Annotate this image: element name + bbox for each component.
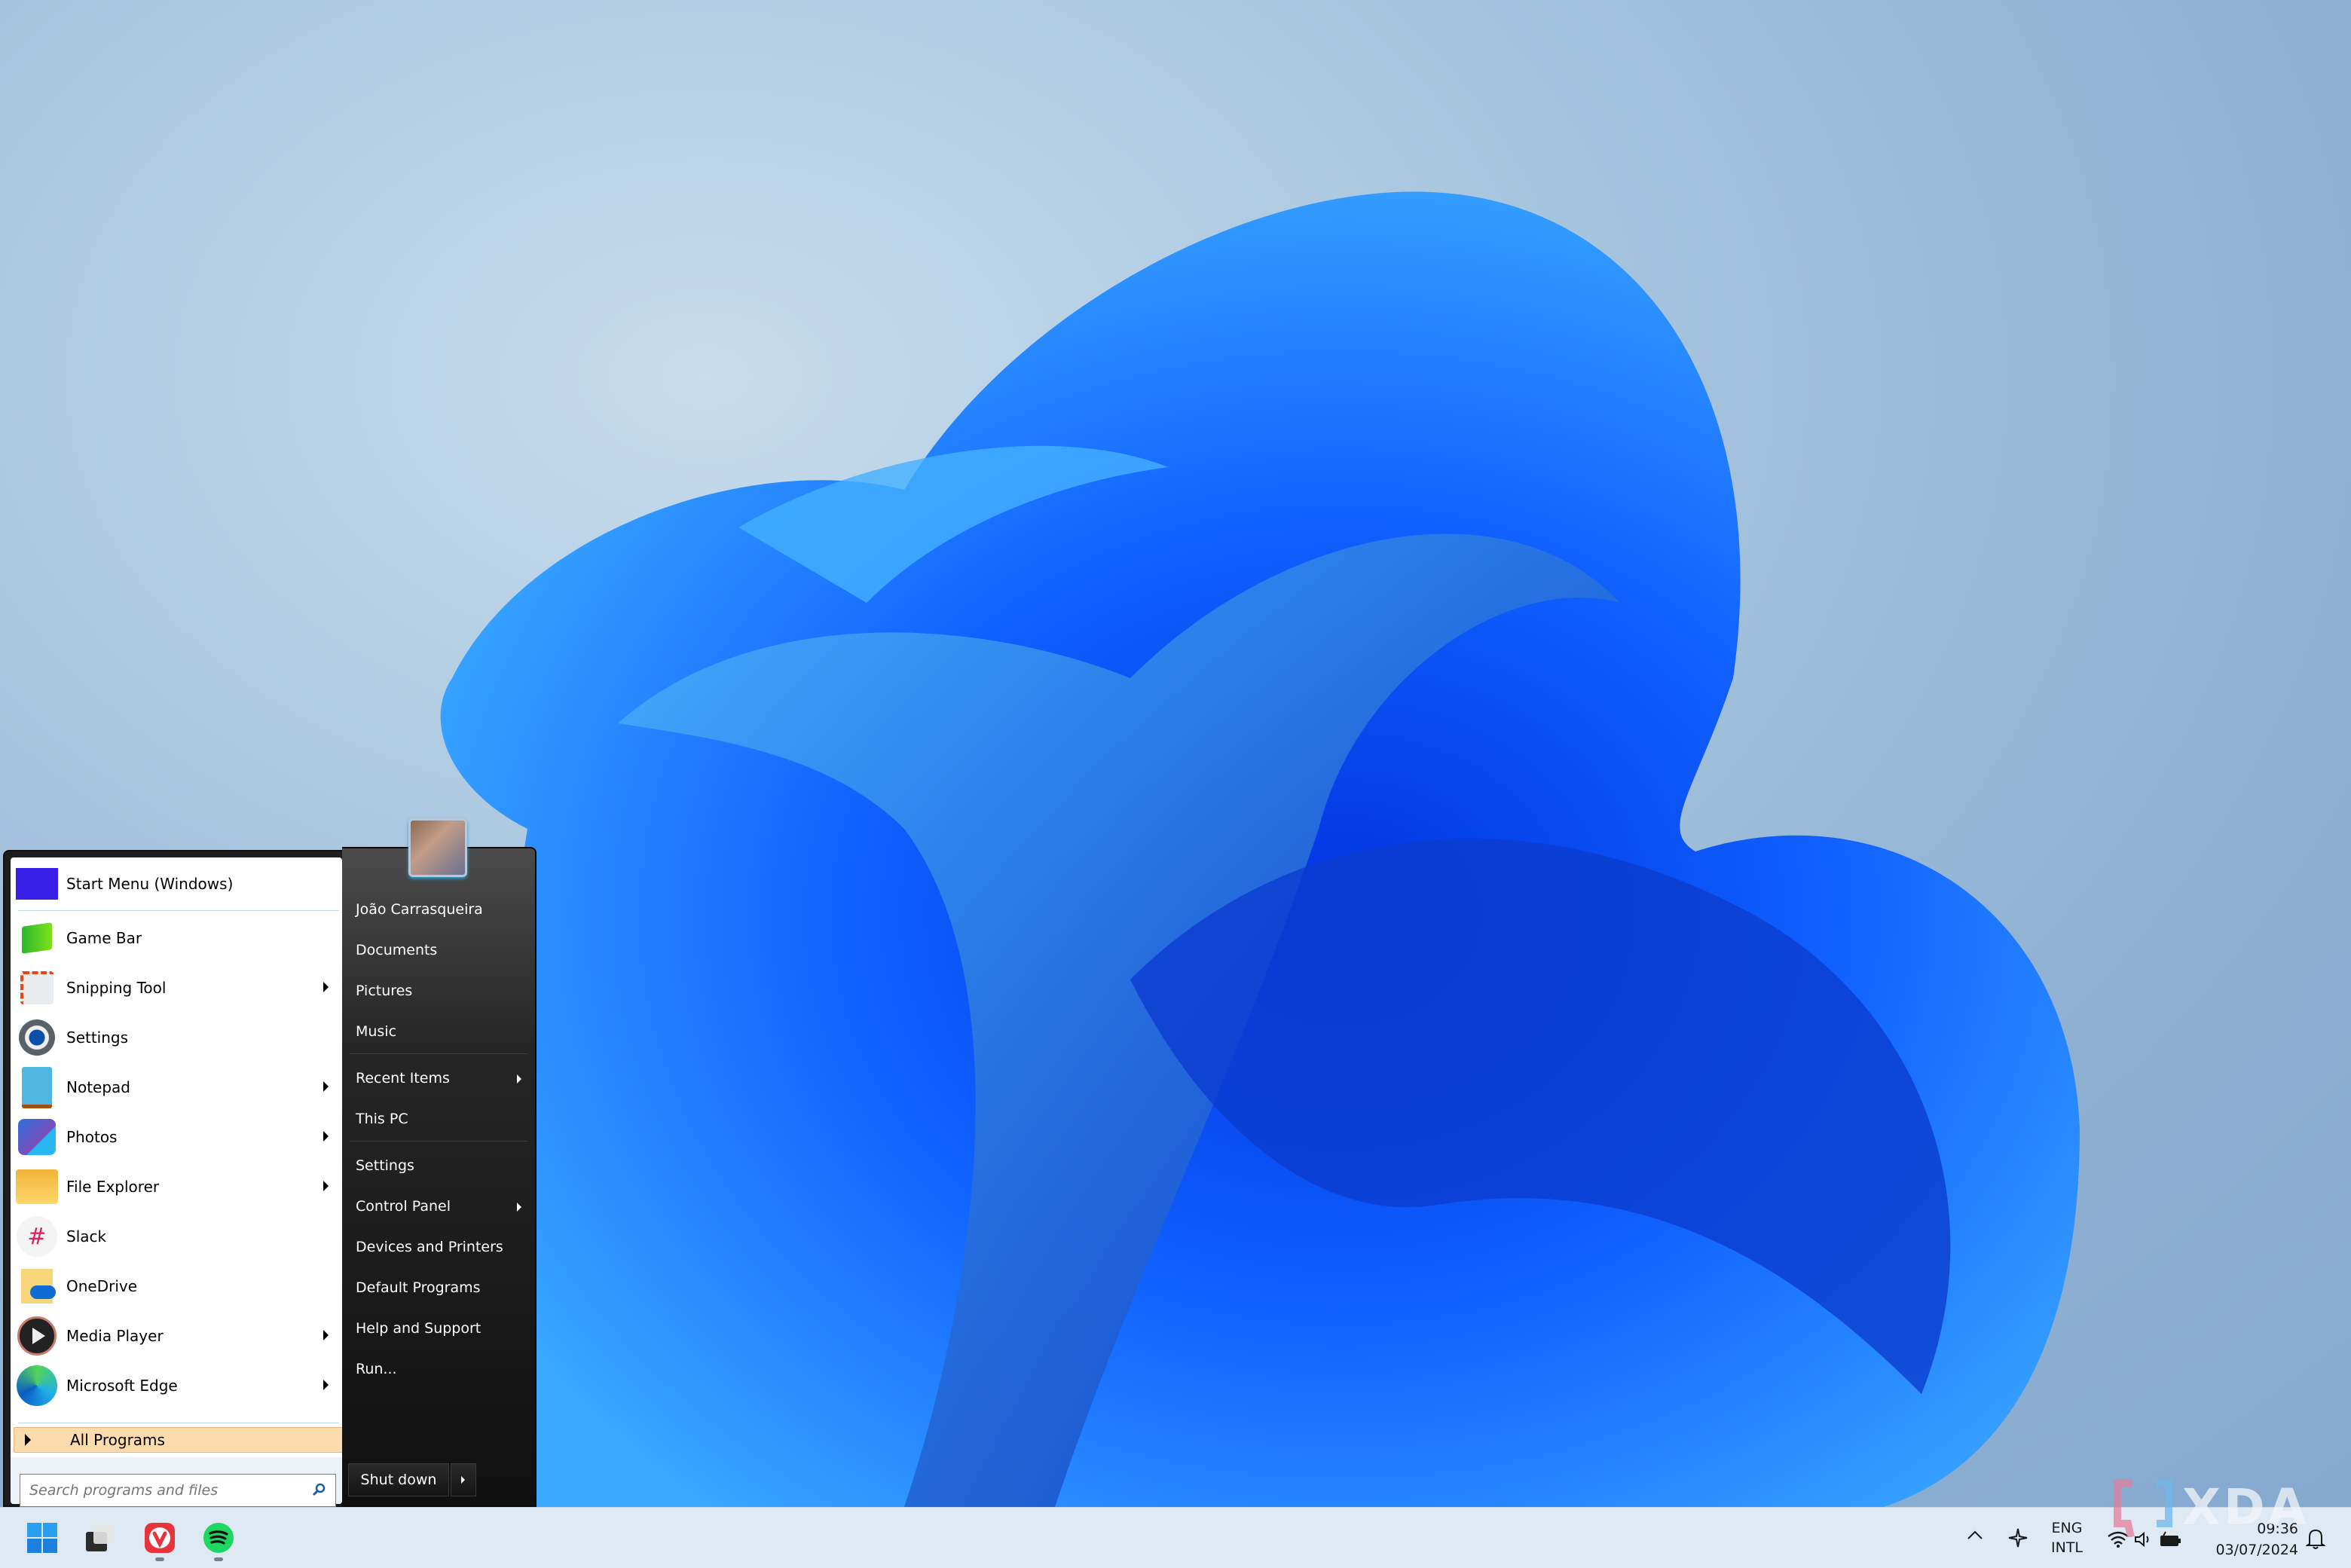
vivaldi-button[interactable] — [143, 1521, 176, 1554]
copilot-tray-button[interactable] — [2007, 1527, 2028, 1551]
snipping-tool-icon — [15, 966, 59, 1010]
spotify-button[interactable] — [202, 1521, 235, 1554]
program-item-file-explorer[interactable]: File Explorer — [11, 1162, 342, 1212]
taskbar: ENG INTL 09:36 03/07/2024 — [0, 1507, 2351, 1568]
xda-watermark: XDA — [2110, 1477, 2336, 1539]
folder-icon — [15, 1165, 59, 1209]
expand-arrow-icon — [25, 1434, 31, 1446]
shutdown-button[interactable]: Shut down — [348, 1463, 449, 1496]
date: 03/07/2024 — [2215, 1542, 2298, 1558]
media-player-icon — [15, 1314, 59, 1358]
task-view-button[interactable] — [83, 1521, 116, 1554]
program-item-settings[interactable]: Settings — [11, 1013, 342, 1062]
submenu-arrow-icon — [517, 1203, 521, 1212]
places-panel: João Carrasqueira Documents Pictures Mus… — [342, 847, 537, 1507]
vivaldi-icon — [145, 1523, 175, 1553]
submenu-arrow-icon — [323, 1380, 329, 1390]
control-panel-label: Control Panel — [356, 1198, 451, 1215]
search-icon[interactable] — [311, 1482, 326, 1497]
program-item-game-bar[interactable]: Game Bar — [11, 913, 342, 963]
running-indicator — [214, 1557, 223, 1561]
program-item-snipping-tool[interactable]: Snipping Tool — [11, 963, 342, 1013]
chevron-up-icon — [1967, 1530, 1983, 1539]
program-item-notepad[interactable]: Notepad — [11, 1062, 342, 1112]
submenu-arrow-icon — [323, 1131, 329, 1142]
program-item-microsoft-edge[interactable]: Microsoft Edge — [11, 1361, 342, 1411]
search-box[interactable] — [20, 1474, 336, 1507]
separator — [350, 1141, 527, 1142]
windows-logo-icon — [27, 1523, 57, 1553]
documents-link[interactable]: Documents — [356, 942, 437, 958]
submenu-arrow-icon — [323, 982, 329, 992]
game-bar-icon — [15, 916, 59, 960]
recent-items-label: Recent Items — [356, 1070, 450, 1087]
programs-list: Start Menu (Windows) Game Bar Snipping T… — [11, 857, 344, 1507]
show-hidden-icons-button[interactable] — [1967, 1529, 1983, 1543]
running-indicator — [155, 1557, 164, 1561]
control-panel-link[interactable]: Control Panel — [356, 1198, 521, 1215]
language-indicator[interactable]: ENG INTL — [2051, 1518, 2083, 1557]
programs-panel: Start Menu (Windows) Game Bar Snipping T… — [3, 850, 345, 1507]
shutdown-options-button[interactable] — [451, 1463, 476, 1496]
start-button[interactable] — [26, 1521, 59, 1554]
submenu-arrow-icon — [517, 1074, 521, 1084]
xda-text: XDA — [2182, 1478, 2310, 1536]
start-menu: Start Menu (Windows) Game Bar Snipping T… — [3, 847, 537, 1507]
program-item-photos[interactable]: Photos — [11, 1112, 342, 1162]
keyboard-layout: INTL — [2051, 1539, 2083, 1556]
start-menu-app-icon — [15, 862, 59, 906]
settings-gear-icon — [15, 1016, 59, 1059]
photos-icon — [15, 1115, 59, 1159]
default-programs-link[interactable]: Default Programs — [356, 1279, 481, 1296]
submenu-arrow-icon — [323, 1181, 329, 1191]
submenu-arrow-icon — [323, 1330, 329, 1340]
separator — [350, 1053, 527, 1054]
this-pc-link[interactable]: This PC — [356, 1111, 408, 1127]
user-folder-link[interactable]: João Carrasqueira — [356, 901, 483, 918]
user-avatar[interactable] — [408, 818, 467, 877]
pictures-link[interactable]: Pictures — [356, 983, 412, 999]
program-item-media-player[interactable]: Media Player — [11, 1311, 342, 1361]
all-programs-button[interactable]: All Programs — [14, 1427, 344, 1453]
notepad-icon — [15, 1065, 59, 1109]
program-item-onedrive[interactable]: OneDrive — [11, 1261, 342, 1311]
task-view-icon — [86, 1524, 115, 1551]
settings-link[interactable]: Settings — [356, 1157, 414, 1174]
recent-items-link[interactable]: Recent Items — [356, 1070, 521, 1087]
music-link[interactable]: Music — [356, 1023, 396, 1040]
devices-and-printers-link[interactable]: Devices and Printers — [356, 1239, 503, 1255]
search-input[interactable] — [28, 1475, 302, 1506]
program-item-slack[interactable]: # Slack — [11, 1212, 342, 1261]
spotify-icon — [203, 1523, 234, 1553]
search-area — [11, 1457, 342, 1507]
submenu-arrow-icon — [323, 1081, 329, 1092]
program-item-start-menu[interactable]: Start Menu (Windows) — [11, 859, 342, 909]
sparkle-icon — [2008, 1528, 2028, 1548]
separator — [18, 910, 339, 911]
run-link[interactable]: Run... — [356, 1361, 397, 1377]
onedrive-icon — [15, 1264, 59, 1308]
edge-icon — [15, 1364, 59, 1408]
language-code: ENG — [2051, 1520, 2083, 1536]
help-and-support-link[interactable]: Help and Support — [356, 1320, 481, 1337]
slack-icon: # — [15, 1215, 59, 1258]
